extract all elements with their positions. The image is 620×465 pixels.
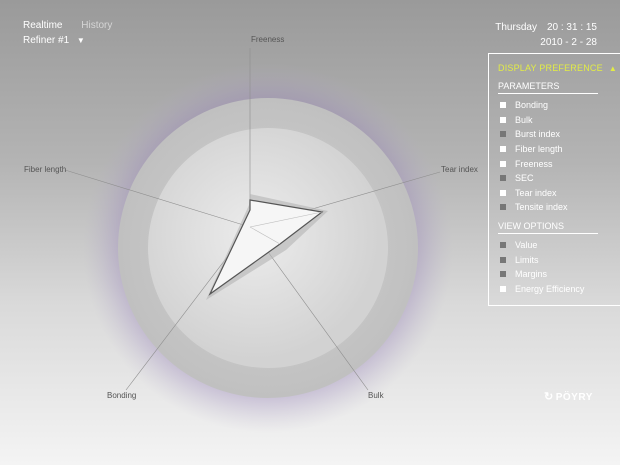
option-label: Tear index: [515, 187, 557, 198]
checkbox[interactable]: [500, 271, 506, 278]
parameter-option-bonding[interactable]: Bonding: [498, 98, 620, 113]
option-label: Tensite index: [515, 202, 568, 213]
display-preference-toggle[interactable]: DISPLAY PREFERENCE ▲: [498, 63, 620, 73]
view-options-heading: VIEW OPTIONS: [498, 221, 598, 234]
parameter-option-freeness[interactable]: Freeness: [498, 156, 620, 171]
checkbox[interactable]: [500, 242, 506, 249]
axis-label-bulk: Bulk: [368, 391, 385, 400]
parameter-option-sec[interactable]: SEC: [498, 171, 620, 186]
collapse-triangle-icon: ▲: [608, 64, 617, 73]
option-label: SEC: [515, 173, 534, 184]
checkbox[interactable]: [500, 131, 506, 138]
axis-label-bonding: Bonding: [107, 391, 136, 400]
view-option-limits[interactable]: Limits: [498, 252, 620, 267]
checkbox[interactable]: [500, 116, 506, 123]
option-label: Fiber length: [515, 144, 563, 155]
option-label: Bulk: [515, 114, 533, 125]
option-label: Value: [515, 240, 538, 251]
parameters-heading: PARAMETERS: [498, 81, 598, 94]
display-preference-title: DISPLAY PREFERENCE: [498, 63, 603, 73]
view-option-value[interactable]: Value: [498, 238, 620, 253]
brand-name: PÖYRY: [555, 392, 593, 403]
checkbox[interactable]: [500, 204, 506, 211]
option-label: Margins: [515, 269, 548, 280]
axis-label-freeness: Freeness: [251, 35, 284, 44]
parameters-list: Bonding Bulk Burst index Fiber length Freene…: [498, 98, 620, 215]
parameter-option-bulk[interactable]: Bulk: [498, 113, 620, 128]
view-option-energy-efficiency[interactable]: Energy Efficiency: [498, 282, 620, 297]
checkbox[interactable]: [500, 160, 506, 167]
option-label: Bonding: [515, 100, 549, 111]
checkbox[interactable]: [500, 189, 506, 196]
option-label: Energy Efficiency: [515, 283, 585, 294]
axis-label-tear-index: Tear index: [441, 165, 478, 174]
display-preference-panel: DISPLAY PREFERENCE ▲ PARAMETERS Bonding Bu…: [488, 53, 620, 306]
parameter-option-burst-index[interactable]: Burst index: [498, 127, 620, 142]
checkbox[interactable]: [500, 175, 506, 182]
checkbox[interactable]: [500, 285, 506, 292]
checkbox[interactable]: [500, 256, 506, 263]
option-label: Burst index: [515, 129, 561, 140]
option-label: Limits: [515, 254, 539, 265]
checkbox[interactable]: [500, 102, 506, 109]
brand-logo: ↻ PÖYRY: [544, 390, 593, 403]
option-label: Freeness: [515, 158, 553, 169]
view-options-list: Value Limits Margins Energy Efficiency: [498, 238, 620, 296]
brand-swirl-icon: ↻: [544, 391, 554, 403]
parameter-option-fiber-length[interactable]: Fiber length: [498, 142, 620, 157]
axis-label-fiber-length: Fiber length: [24, 165, 66, 174]
checkbox[interactable]: [500, 146, 506, 153]
parameter-option-tear-index[interactable]: Tear index: [498, 186, 620, 201]
parameter-option-tensite-index[interactable]: Tensite index: [498, 200, 620, 215]
view-option-margins[interactable]: Margins: [498, 267, 620, 282]
